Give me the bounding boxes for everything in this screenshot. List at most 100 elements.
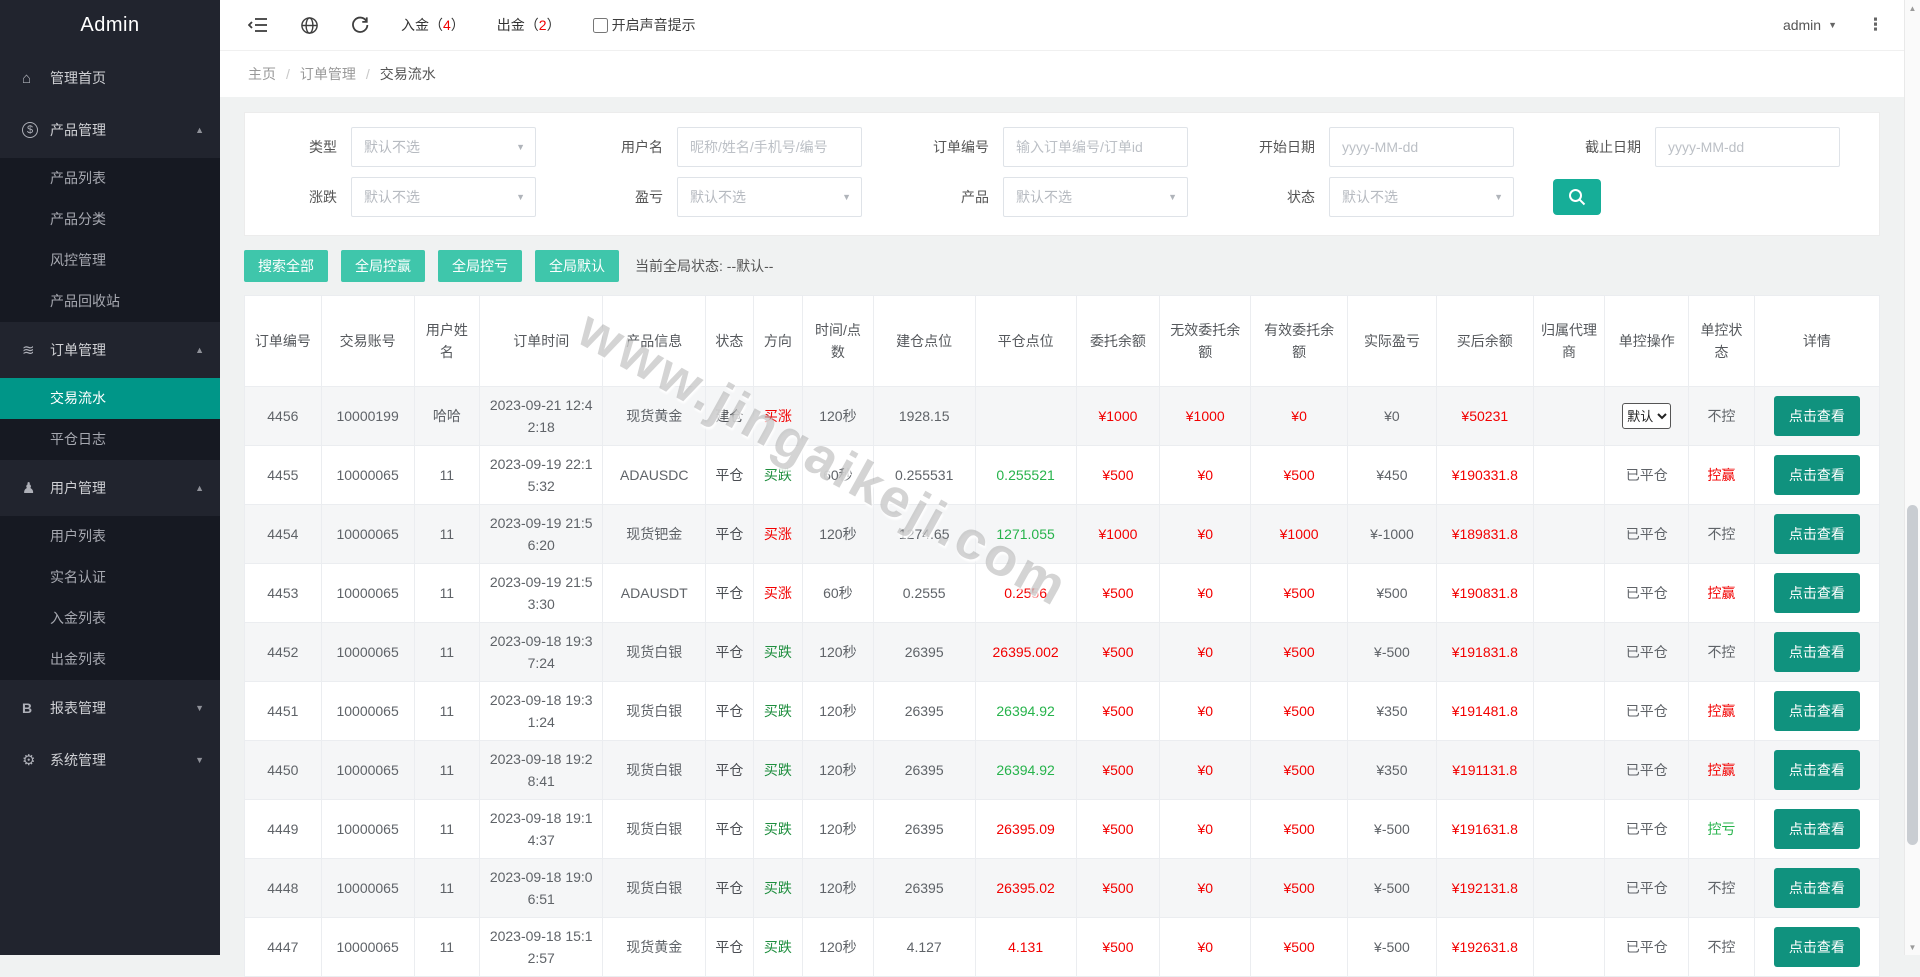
sidebar-item-label: 系统管理 [50,752,106,768]
sidebar-item[interactable]: 出金列表 [0,639,220,680]
deposit-link[interactable]: 入金（4） [401,15,465,35]
detail-button[interactable]: 点击查看 [1773,632,1860,672]
cell-status: 平仓 [705,622,754,682]
cell-invalid_entrust: ¥0 [1159,740,1252,800]
global-win-button[interactable]: 全局控赢 [341,250,425,282]
search-all-button[interactable]: 搜索全部 [244,250,328,282]
sidebar-item[interactable]: 平仓日志 [0,419,220,460]
cell-account: 10000065 [320,622,415,682]
column-header-control_state: 单控状态 [1688,295,1755,387]
control-state: 不控 [1707,879,1736,896]
cell-control_state: 控赢 [1688,681,1755,741]
sidebar-item[interactable]: 产品回收站 [0,281,220,322]
scrollbar-thumb[interactable] [1907,505,1918,845]
end-date-input[interactable] [1655,127,1840,167]
detail-button[interactable]: 点击查看 [1773,809,1860,849]
cell-close: 26395.09 [974,799,1077,859]
balance_after-value: ¥191481.8 [1451,702,1518,719]
invalid_entrust-value: ¥0 [1197,525,1214,542]
search-button[interactable] [1553,179,1601,215]
scrollbar[interactable]: ▲ ▼ [1904,0,1920,955]
detail-button[interactable]: 点击查看 [1773,691,1860,731]
withdraw-link[interactable]: 出金（2） [497,15,561,35]
type-select[interactable]: 默认不选 ▼ [351,127,536,167]
globe-icon[interactable] [300,16,319,35]
sidebar-item[interactable]: 实名认证 [0,557,220,598]
cell-entrust: ¥500 [1075,681,1161,741]
cell-direction: 买跌 [752,622,804,682]
valid_entrust-value: ¥500 [1283,879,1315,896]
cell-detail: 点击查看 [1753,504,1881,564]
user-menu[interactable]: admin ▼ [1783,17,1837,33]
entrust-value: ¥500 [1102,820,1134,837]
sidebar-item[interactable]: ⚙ 系统管理 ▼ [0,736,220,784]
cell-entrust: ¥500 [1075,622,1161,682]
detail-button[interactable]: 点击查看 [1773,455,1860,495]
invalid_entrust-value: ¥0 [1197,761,1214,778]
cell-name: 11 [413,799,481,859]
breadcrumb-orders[interactable]: 订单管理 [300,64,356,84]
cell-status: 平仓 [705,445,754,505]
sidebar-item[interactable]: B 报表管理 ▼ [0,684,220,732]
detail-button[interactable]: 点击查看 [1773,750,1860,790]
cell-control_op: 已平仓 [1604,622,1690,682]
cell-control_state: 控赢 [1688,740,1755,800]
sound-checkbox[interactable] [592,17,608,33]
sound-toggle[interactable]: 开启声音提示 [592,15,696,35]
cell-valid_entrust: ¥1000 [1250,504,1349,564]
control-op-text: 已平仓 [1625,879,1668,896]
sidebar-item[interactable]: 入金列表 [0,598,220,639]
updown-select[interactable]: 默认不选 ▼ [351,177,536,217]
sidebar-item[interactable]: $ 产品管理 ▲ [0,106,220,154]
sidebar-item[interactable]: 产品列表 [0,158,220,199]
sidebar-item[interactable]: ≋ 订单管理 ▲ [0,326,220,374]
sidebar-item[interactable]: 产品分类 [0,199,220,240]
control-select[interactable]: 默认 [1622,403,1672,429]
scroll-down-icon[interactable]: ▼ [1905,939,1920,955]
sidebar-item[interactable]: ⌂ 管理首页 [0,54,220,102]
detail-button[interactable]: 点击查看 [1773,396,1860,436]
cell-agent [1532,622,1606,682]
global-lose-button[interactable]: 全局控亏 [438,250,522,282]
scroll-up-icon[interactable]: ▲ [1905,0,1920,16]
cell-invalid_entrust: ¥0 [1159,917,1252,977]
dollar-icon: $ [22,122,50,138]
refresh-icon[interactable] [351,16,369,34]
cell-balance_after: ¥191831.8 [1435,622,1534,682]
cell-product: 现货白银 [602,681,707,741]
cell-status: 平仓 [705,740,754,800]
status-select[interactable]: 默认不选 ▼ [1329,177,1514,217]
username-input[interactable] [677,127,862,167]
kebab-menu-icon[interactable]: ⋮ [1867,15,1884,35]
home-icon: ⌂ [22,69,32,87]
breadcrumb-home[interactable]: 主页 [248,64,276,84]
sidebar-item[interactable]: 风控管理 [0,240,220,281]
cell-profit: ¥-1000 [1347,504,1437,564]
detail-button[interactable]: 点击查看 [1773,573,1860,613]
cell-account: 10000065 [320,504,415,564]
cell-status: 平仓 [705,681,754,741]
cell-control_op: 已平仓 [1604,917,1690,977]
sidebar-item[interactable]: ♟ 用户管理 ▲ [0,464,220,512]
profit-select[interactable]: 默认不选 ▼ [677,177,862,217]
detail-button[interactable]: 点击查看 [1773,927,1860,967]
cell-valid_entrust: ¥500 [1250,740,1349,800]
global-default-button[interactable]: 全局默认 [535,250,619,282]
start-date-input[interactable] [1329,127,1514,167]
cell-detail: 点击查看 [1753,386,1881,446]
cell-duration: 120秒 [802,858,874,918]
product-select[interactable]: 默认不选 ▼ [1003,177,1188,217]
table-row: 4450 10000065 11 2023-09-18 19:28:41 现货白银 平仓 买… [244,740,1881,800]
cell-detail: 点击查看 [1753,563,1881,623]
cell-id: 4447 [244,917,322,977]
sidebar-item[interactable]: 用户列表 [0,516,220,557]
detail-button[interactable]: 点击查看 [1773,514,1860,554]
detail-button[interactable]: 点击查看 [1773,868,1860,908]
cell-product: ADAUSDT [602,563,707,623]
sidebar-item-active[interactable]: 交易流水 [0,378,220,419]
collapse-sidebar-icon[interactable] [248,17,268,33]
cell-id: 4454 [244,504,322,564]
cell-product: ADAUSDC [602,445,707,505]
cell-close: 1271.055 [974,504,1077,564]
order-no-input[interactable] [1003,127,1188,167]
